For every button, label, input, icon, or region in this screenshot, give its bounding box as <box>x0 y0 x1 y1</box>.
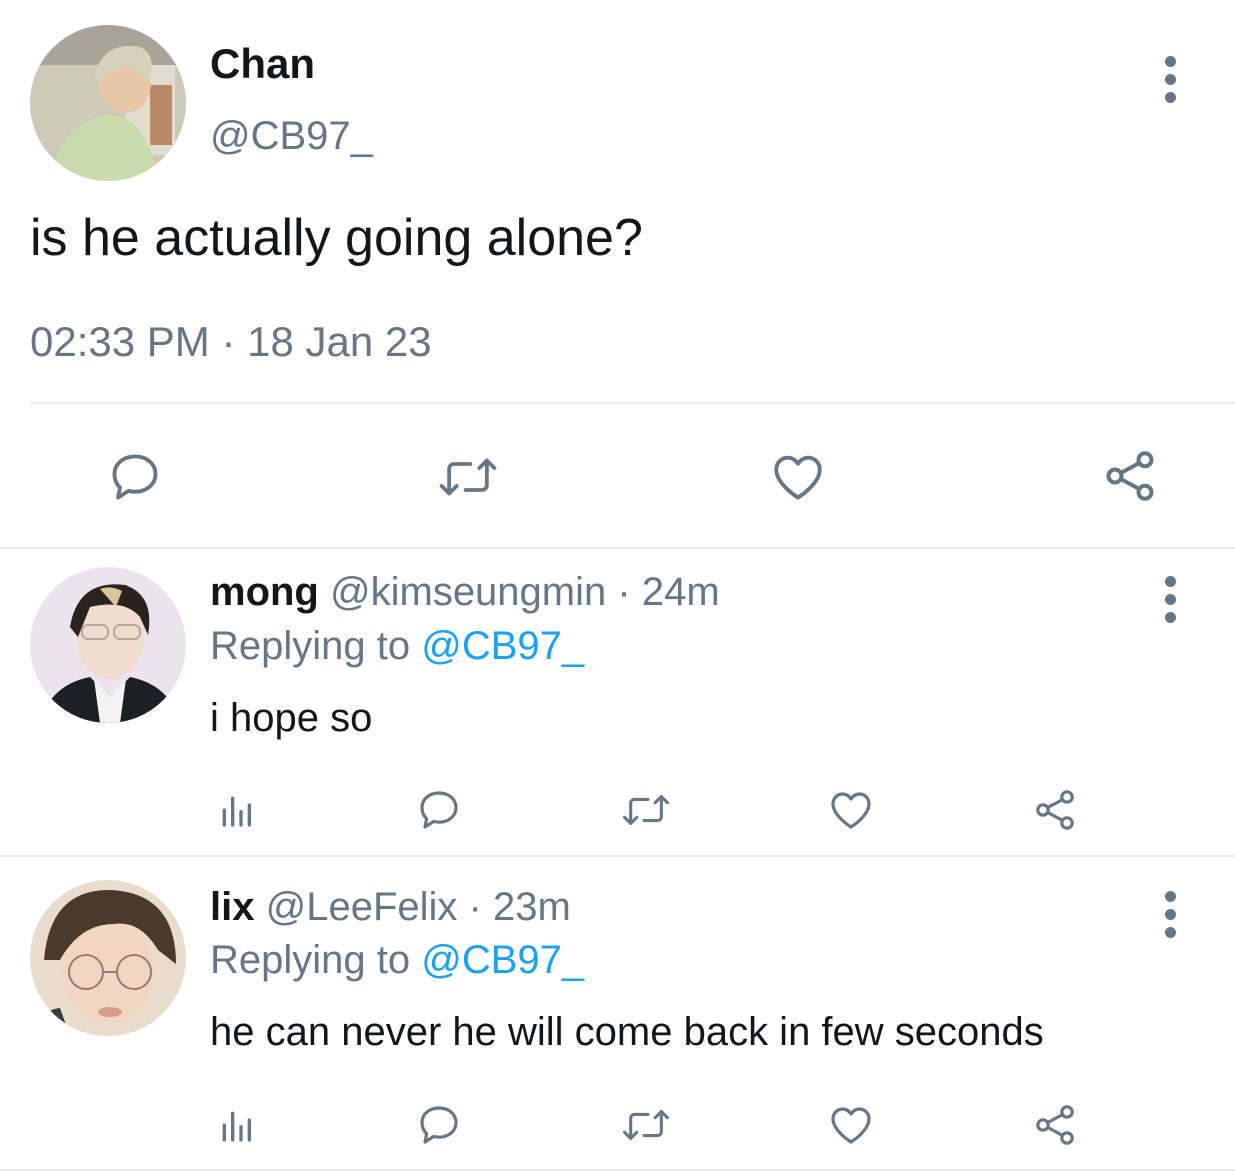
divider <box>0 547 1235 549</box>
reply-time: 23m <box>492 885 571 929</box>
like-icon[interactable] <box>826 785 876 835</box>
reply-avatar[interactable] <box>30 880 186 1036</box>
analytics-icon[interactable] <box>214 788 258 832</box>
tweet-timestamp: 02:33 PM · 18 Jan 23 <box>30 318 432 365</box>
more-options-icon[interactable] <box>1160 891 1180 938</box>
author-handle[interactable]: @CB97_ <box>210 114 373 159</box>
tweet-text: is he actually going alone? <box>30 209 643 267</box>
retweet-icon[interactable] <box>435 447 501 507</box>
author-avatar[interactable] <box>30 25 186 181</box>
replying-label: Replying to <box>210 624 411 668</box>
replying-to: Replying to @CB97_ <box>210 938 584 983</box>
divider <box>0 855 1235 857</box>
divider <box>30 402 1235 404</box>
reply-icon[interactable] <box>414 785 464 835</box>
reply-author-name[interactable]: mong <box>210 570 319 614</box>
more-options-icon[interactable] <box>1160 576 1180 623</box>
reply-author-name[interactable]: lix <box>210 885 254 929</box>
reply-header: lix @LeeFelix · 23m <box>210 885 571 930</box>
retweet-icon[interactable] <box>618 1101 674 1149</box>
reply-header: mong @kimseungmin · 24m <box>210 570 720 615</box>
reply-icon[interactable] <box>105 447 165 507</box>
replying-label: Replying to <box>210 938 411 982</box>
reply-avatar[interactable] <box>30 567 186 723</box>
share-icon[interactable] <box>1030 1100 1080 1150</box>
share-icon[interactable] <box>1030 785 1080 835</box>
reply-icon[interactable] <box>414 1100 464 1150</box>
like-icon[interactable] <box>826 1100 876 1150</box>
separator-dot: · <box>468 885 482 929</box>
replying-to: Replying to @CB97_ <box>210 624 584 669</box>
replying-mention-link[interactable]: @CB97_ <box>421 938 584 982</box>
reply-author-handle[interactable]: @LeeFelix <box>266 885 458 929</box>
reply-text: he can never he will come back in few se… <box>210 1010 1044 1054</box>
analytics-icon[interactable] <box>214 1103 258 1147</box>
like-icon[interactable] <box>767 447 829 507</box>
separator-dot: · <box>617 570 631 614</box>
replying-mention-link[interactable]: @CB97_ <box>421 624 584 668</box>
reply-author-handle[interactable]: @kimseungmin <box>330 570 606 614</box>
share-icon[interactable] <box>1098 445 1162 507</box>
reply-time: 24m <box>641 570 720 614</box>
more-options-icon[interactable] <box>1160 56 1180 103</box>
author-name[interactable]: Chan <box>210 40 315 88</box>
retweet-icon[interactable] <box>618 786 674 834</box>
divider <box>0 1169 1235 1171</box>
reply-text: i hope so <box>210 696 373 740</box>
